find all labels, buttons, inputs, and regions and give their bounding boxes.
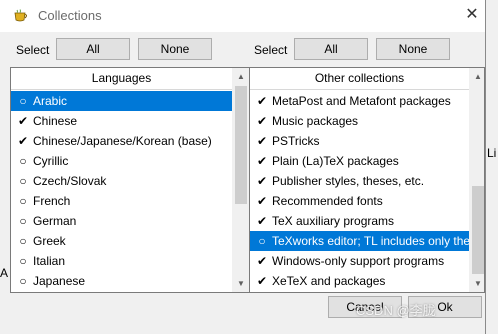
left-select-all-button[interactable]: All <box>56 38 130 60</box>
scroll-down-arrow-icon[interactable]: ▼ <box>233 275 249 292</box>
scroll-up-arrow-icon[interactable]: ▲ <box>470 68 484 85</box>
left-list-item-label: Italian <box>33 254 66 268</box>
left-list-item-label: Czech/Slovak <box>33 174 107 188</box>
checkmark-icon[interactable]: ✔ <box>255 271 269 291</box>
right-list-item-label: Publisher styles, theses, etc. <box>272 174 425 188</box>
right-list-item[interactable]: ○ TeXworks editor; TL includes only the <box>250 231 471 251</box>
title-bar: Collections ✕ <box>0 0 485 32</box>
unchecked-circle-icon[interactable]: ○ <box>16 251 30 271</box>
checkmark-icon[interactable]: ✔ <box>255 251 269 271</box>
left-list-item[interactable]: ○ French <box>11 191 232 211</box>
unchecked-circle-icon[interactable]: ○ <box>16 271 30 291</box>
dialog-client-area: A Select All None Languages ○ Arabic ✔ Chin… <box>0 32 485 334</box>
other-collections-list[interactable]: Other collections ✔ MetaPost and Metafont… <box>249 67 485 293</box>
left-list-item[interactable]: ○ Arabic <box>11 91 232 111</box>
right-list-item[interactable]: ✔ MetaPost and Metafont packages <box>250 91 469 111</box>
checkmark-icon[interactable]: ✔ <box>16 111 30 131</box>
right-list-item-label: XeTeX and packages <box>272 274 386 288</box>
left-list-item[interactable]: ○ Japanese <box>11 271 232 291</box>
left-select-none-button[interactable]: None <box>138 38 212 60</box>
collections-dialog: Collections ✕ A Select All None Language… <box>0 0 486 334</box>
unchecked-circle-icon[interactable]: ○ <box>16 211 30 231</box>
languages-list-header: Languages <box>11 68 232 90</box>
window-title: Collections <box>38 8 102 23</box>
left-list-item-label: French <box>33 194 71 208</box>
close-button[interactable]: ✕ <box>460 4 484 26</box>
languages-scrollbar[interactable]: ▲ ▼ <box>232 68 249 292</box>
left-list-item[interactable]: ✔ Chinese/Japanese/Korean (base) <box>11 131 232 151</box>
left-select-label: Select <box>16 43 50 57</box>
left-list-item[interactable]: ○ Czech/Slovak <box>11 171 232 191</box>
other-collections-scrollbar[interactable]: ▲ ▼ <box>469 68 484 292</box>
unchecked-circle-icon[interactable]: ○ <box>16 191 30 211</box>
checkmark-icon[interactable]: ✔ <box>16 131 30 151</box>
right-list-item[interactable]: ✔ Publisher styles, theses, etc. <box>250 171 469 191</box>
unchecked-circle-icon[interactable]: ○ <box>16 231 30 251</box>
right-select-label: Select <box>254 43 288 57</box>
right-list-item[interactable]: ✔ Windows-only support programs <box>250 251 469 271</box>
left-list-item[interactable]: ○ Greek <box>11 231 232 251</box>
left-list-item[interactable]: ○ Cyrillic <box>11 151 232 171</box>
right-list-item[interactable]: ✔ Music packages <box>250 111 469 131</box>
right-list-item-label: Windows-only support programs <box>272 254 445 268</box>
scroll-down-arrow-icon[interactable]: ▼ <box>470 275 484 292</box>
left-list-item[interactable]: ○ Italian <box>11 251 232 271</box>
background-text: Li <box>487 146 497 160</box>
right-list-item[interactable]: ✔ PSTricks <box>250 131 469 151</box>
close-icon: ✕ <box>465 6 479 23</box>
right-list-item-label: PSTricks <box>272 134 320 148</box>
unchecked-circle-icon[interactable]: ○ <box>16 91 30 111</box>
left-list-item-label: Cyrillic <box>33 154 69 168</box>
background-window <box>484 0 498 334</box>
other-collections-list-header: Other collections <box>250 68 469 90</box>
right-list-item-label: TeX auxiliary programs <box>272 214 395 228</box>
teacup-app-icon <box>14 9 27 22</box>
checkmark-icon[interactable]: ✔ <box>255 171 269 191</box>
languages-list[interactable]: Languages ○ Arabic ✔ Chinese ✔ Chinese/Japane… <box>10 67 250 293</box>
checkmark-icon[interactable]: ✔ <box>255 91 269 111</box>
watermark-text: CSDN @李胧 <box>356 303 436 318</box>
scroll-thumb[interactable] <box>472 186 484 274</box>
left-list-item-label: Arabic <box>33 94 68 108</box>
right-list-item-label: Plain (La)TeX packages <box>272 154 399 168</box>
right-select-all-button[interactable]: All <box>294 38 368 60</box>
left-list-item[interactable]: ○ German <box>11 211 232 231</box>
left-list-item-label: Chinese <box>33 114 78 128</box>
right-select-none-button[interactable]: None <box>376 38 450 60</box>
right-list-item-label: Recommended fonts <box>272 194 383 208</box>
right-list-item[interactable]: ✔ Recommended fonts <box>250 191 469 211</box>
checkmark-icon[interactable]: ✔ <box>255 151 269 171</box>
unchecked-circle-icon[interactable]: ○ <box>16 151 30 171</box>
left-list-item-label: German <box>33 214 77 228</box>
scroll-thumb[interactable] <box>235 86 247 204</box>
left-list-item-label: Japanese <box>33 274 86 288</box>
checkmark-icon[interactable]: ✔ <box>255 191 269 211</box>
checkmark-icon[interactable]: ✔ <box>255 111 269 131</box>
right-list-item[interactable]: ✔ XeTeX and packages <box>250 271 469 291</box>
left-list-item-label: Chinese/Japanese/Korean (base) <box>33 134 212 148</box>
right-list-item[interactable]: ✔ Plain (La)TeX packages <box>250 151 469 171</box>
unchecked-circle-icon[interactable]: ○ <box>255 231 269 251</box>
unchecked-circle-icon[interactable]: ○ <box>16 171 30 191</box>
background-left-text: A <box>0 266 9 280</box>
right-list-item-label: TeXworks editor; TL includes only the <box>272 234 471 248</box>
left-list-item-label: Greek <box>33 234 66 248</box>
scroll-up-arrow-icon[interactable]: ▲ <box>233 68 249 85</box>
left-list-item[interactable]: ✔ Chinese <box>11 111 232 131</box>
checkmark-icon[interactable]: ✔ <box>255 131 269 151</box>
right-list-item-label: Music packages <box>272 114 359 128</box>
right-list-item[interactable]: ✔ TeX auxiliary programs <box>250 211 469 231</box>
checkmark-icon[interactable]: ✔ <box>255 211 269 231</box>
right-list-item-label: MetaPost and Metafont packages <box>272 94 451 108</box>
